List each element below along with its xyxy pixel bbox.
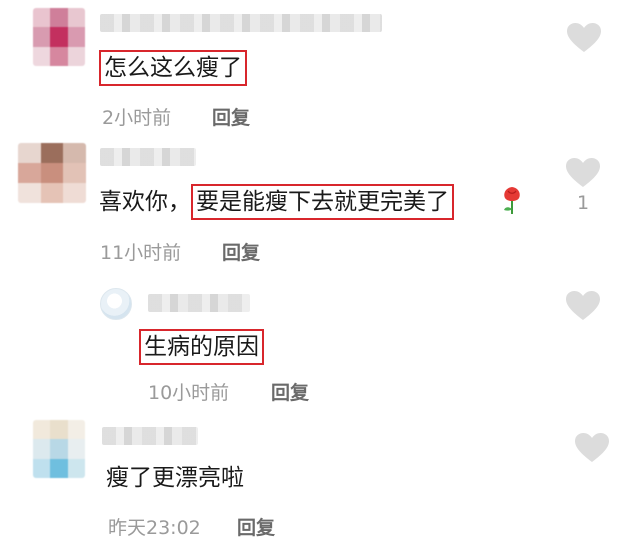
comment-text-plain: 瘦了更漂亮啦 <box>106 465 244 491</box>
avatar-pixel <box>67 46 85 66</box>
avatar-pixel <box>67 420 85 440</box>
comment-text: 怎么这么瘦了 <box>99 50 247 86</box>
avatar-pixel <box>40 143 64 163</box>
rose-icon <box>504 187 520 214</box>
reply-button[interactable]: 回复 <box>222 238 260 265</box>
avatar-pixel <box>67 27 85 47</box>
avatar-pixel <box>33 46 51 66</box>
avatar-pixel <box>50 439 68 459</box>
avatar-pixel <box>33 458 51 478</box>
avatar-pixel <box>33 439 51 459</box>
comment-text: 喜欢你， 要是能瘦下去就更完美了 <box>99 184 454 220</box>
reply-button[interactable]: 回复 <box>271 378 309 405</box>
username-blurred[interactable] <box>100 14 382 32</box>
reply-button[interactable]: 回复 <box>237 513 275 540</box>
username-blurred[interactable] <box>102 427 198 445</box>
like-heart-icon[interactable] <box>565 290 601 322</box>
avatar-pixel <box>67 8 85 28</box>
avatar-pixel <box>18 163 41 183</box>
avatar-pixel <box>63 143 86 163</box>
avatar-pixel <box>18 183 41 203</box>
highlighted-text: 生病的原因 <box>139 329 264 365</box>
highlighted-text: 怎么这么瘦了 <box>99 50 247 86</box>
avatar-pixel <box>33 8 51 28</box>
avatar-pixel <box>50 46 68 66</box>
comment-time: 11小时前 <box>100 242 182 264</box>
like-heart-icon[interactable] <box>565 157 601 189</box>
avatar[interactable] <box>18 143 86 203</box>
highlighted-text: 要是能瘦下去就更完美了 <box>191 184 454 220</box>
comment-time: 昨天23:02 <box>108 517 201 539</box>
comment-time: 2小时前 <box>102 107 172 129</box>
username-blurred[interactable] <box>100 148 196 166</box>
avatar[interactable] <box>33 8 85 66</box>
avatar-pixel <box>67 439 85 459</box>
avatar-pixel <box>63 163 86 183</box>
like-heart-icon[interactable] <box>566 22 602 54</box>
avatar-pixel <box>33 27 51 47</box>
avatar-pixel <box>33 420 51 440</box>
avatar-pixel <box>50 8 68 28</box>
like-heart-icon[interactable] <box>574 432 610 464</box>
comment-time: 10小时前 <box>148 382 230 404</box>
avatar-pixel <box>40 183 64 203</box>
avatar-pixel <box>50 27 68 47</box>
comment-text: 瘦了更漂亮啦 <box>106 462 244 494</box>
comment-text: 生病的原因 <box>139 329 264 365</box>
avatar-pixel <box>50 420 68 440</box>
avatar-pixel <box>40 163 64 183</box>
avatar-pixel <box>63 183 86 203</box>
avatar[interactable] <box>33 420 85 478</box>
avatar[interactable] <box>100 288 132 320</box>
avatar-pixel <box>50 458 68 478</box>
like-count: 1 <box>576 192 590 214</box>
avatar-pixel <box>18 143 41 163</box>
reply-button[interactable]: 回复 <box>212 103 250 130</box>
username-blurred[interactable] <box>148 294 250 312</box>
avatar-pixel <box>67 458 85 478</box>
comment-text-plain: 喜欢你， <box>99 189 191 215</box>
